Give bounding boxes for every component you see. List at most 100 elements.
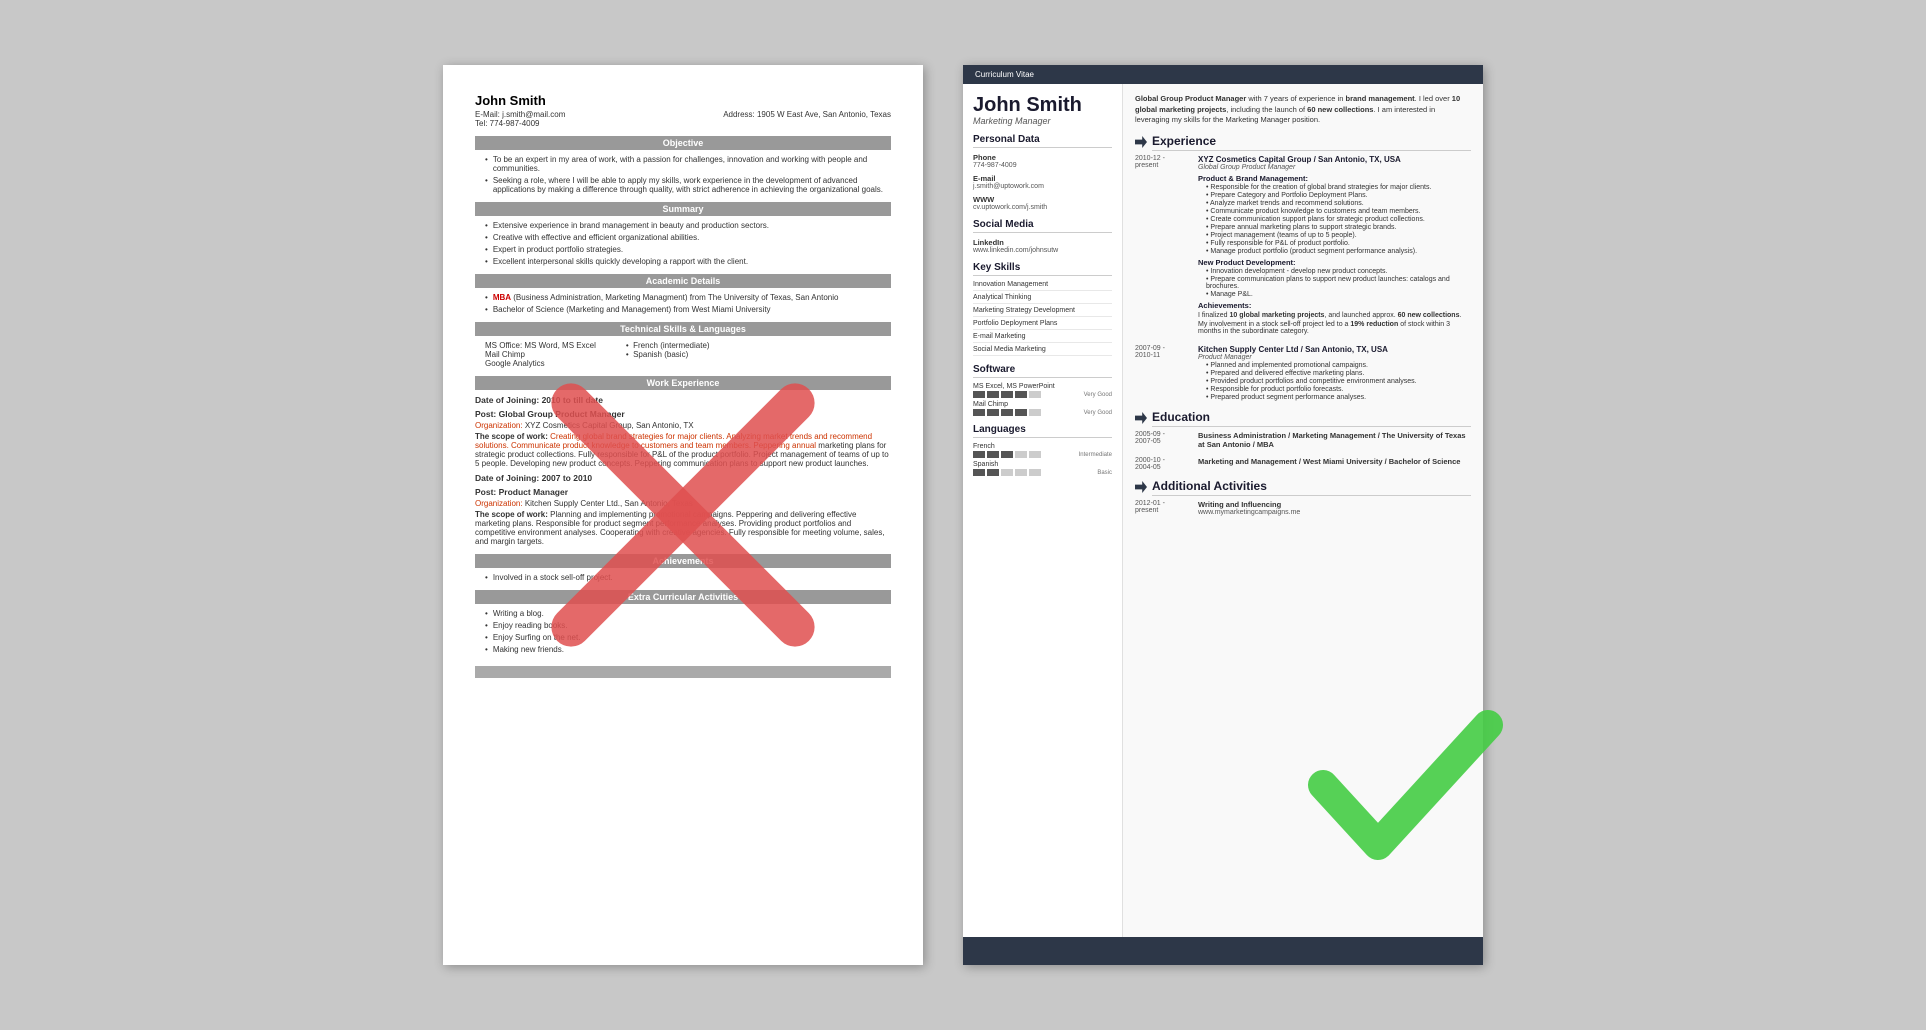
- left-email: E-Mail: j.smith@mail.com: [475, 110, 565, 119]
- skill-1: Innovation Management: [973, 281, 1112, 291]
- lang-1-name: French: [973, 443, 1112, 450]
- exp-job1-np2: Prepare communication plans to support n…: [1198, 276, 1471, 290]
- exp-job2-company: Kitchen Supply Center Ltd / San Antonio,…: [1198, 345, 1471, 354]
- left-name: John Smith: [475, 93, 891, 108]
- extra-2: Enjoy reading books.: [475, 621, 891, 630]
- exp-job2-header: 2007-09 -2010-11 Kitchen Supply Center L…: [1135, 345, 1471, 402]
- exp-job1-b2: Prepare Category and Portfolio Deploymen…: [1198, 192, 1471, 199]
- exp-job1-sub1-title: Product & Brand Management:: [1198, 174, 1471, 183]
- edu-entry2-content: Marketing and Management / West Miami Un…: [1198, 457, 1471, 471]
- add-arrow-icon: [1135, 481, 1147, 493]
- edu-entry1: 2005-09 -2007-05 Business Administration…: [1135, 431, 1471, 449]
- edu-entry1-row: 2005-09 -2007-05 Business Administration…: [1135, 431, 1471, 449]
- bar-b3: [1001, 391, 1013, 398]
- cv-header: Curriculum Vitae: [963, 65, 1483, 84]
- exp-job1-date: 2010-12 -present: [1135, 155, 1190, 337]
- obj-bullet-1: To be an expert in my area of work, with…: [475, 155, 891, 173]
- bar2-b1: [973, 409, 985, 416]
- exp-job1-company: XYZ Cosmetics Capital Group / San Antoni…: [1198, 155, 1471, 164]
- exp-job2-b4: Responsible for product portfolio foreca…: [1198, 386, 1471, 393]
- extra-header: Extra Curricular Activities: [475, 590, 891, 604]
- sum-4: Excellent interpersonal skills quickly d…: [475, 257, 891, 266]
- extra-4: Making new friends.: [475, 645, 891, 654]
- software-2: Mail Chimp Very Good: [973, 401, 1112, 416]
- exp-job1-ach1: I finalized 10 global marketing projects…: [1198, 312, 1471, 319]
- left-resume: John Smith E-Mail: j.smith@mail.com Addr…: [443, 65, 923, 965]
- bar2-b3: [1001, 409, 1013, 416]
- exp-job1-np3: Manage P&L.: [1198, 291, 1471, 298]
- left-contact-row: E-Mail: j.smith@mail.com Address: 1905 W…: [475, 110, 891, 119]
- right-resume: Curriculum Vitae John Smith Marketing Ma…: [963, 65, 1483, 965]
- exp-job2-b3: Provided product portfolios and competit…: [1198, 378, 1471, 385]
- skills-col1: MS Office: MS Word, MS Excel Mail Chimp …: [485, 341, 596, 368]
- exp-job1-b1: Responsible for the creation of global b…: [1198, 184, 1471, 191]
- exp-job1-ach2: My involvement in a stock sell-off proje…: [1198, 321, 1471, 335]
- linkedin-value: www.linkedin.com/johnsutw: [973, 247, 1112, 254]
- edu-entry1-date: 2005-09 -2007-05: [1135, 431, 1190, 449]
- acad-2: Bachelor of Science (Marketing and Manag…: [475, 305, 891, 314]
- skills-cols: MS Office: MS Word, MS Excel Mail Chimp …: [475, 341, 891, 368]
- languages-title: Languages: [973, 424, 1112, 438]
- right-title: Marketing Manager: [973, 116, 1112, 126]
- exp-job1-b4: Communicate product knowledge to custome…: [1198, 208, 1471, 215]
- lang2-b3: [1001, 469, 1013, 476]
- exp-job1-header: 2010-12 -present XYZ Cosmetics Capital G…: [1135, 155, 1471, 337]
- bar2-b4: [1015, 409, 1027, 416]
- edu-section-header: Education: [1135, 410, 1471, 427]
- exp-job1-ach-title: Achievements:: [1198, 301, 1471, 310]
- personal-data-title: Personal Data: [973, 134, 1112, 148]
- obj-bullet-2: Seeking a role, where I will be able to …: [475, 176, 891, 194]
- exp-job1-b6: Prepare annual marketing plans to suppor…: [1198, 224, 1471, 231]
- bar-b5: [1029, 391, 1041, 398]
- skill-4: Portfolio Deployment Plans: [973, 320, 1112, 330]
- exp-job1-role: Global Group Product Manager: [1198, 164, 1471, 171]
- software-1-name: MS Excel, MS PowerPoint: [973, 383, 1112, 390]
- lang1-b3: [1001, 451, 1013, 458]
- exp-job2: 2007-09 -2010-11 Kitchen Supply Center L…: [1135, 345, 1471, 402]
- lang-1-label: Intermediate: [1079, 452, 1112, 458]
- lang-2-label: Basic: [1097, 470, 1112, 476]
- lang1-b2: [987, 451, 999, 458]
- right-name: John Smith: [973, 94, 1112, 116]
- exp-arrow-icon: [1135, 136, 1147, 148]
- edu-entry2-date: 2000-10 -2004-05: [1135, 457, 1190, 471]
- exp-section-title: Experience: [1152, 134, 1471, 151]
- software-1-bar: Very Good: [973, 391, 1112, 398]
- skill-3: Marketing Strategy Development: [973, 307, 1112, 317]
- right-resume-wrapper: Curriculum Vitae John Smith Marketing Ma…: [963, 65, 1483, 965]
- exp-job1-content: XYZ Cosmetics Capital Group / San Antoni…: [1198, 155, 1471, 337]
- summary-header: Summary: [475, 202, 891, 216]
- lang2-b5: [1029, 469, 1041, 476]
- phone-value: 774-987-4009: [973, 162, 1112, 169]
- lang-2-bar: Basic: [973, 469, 1112, 476]
- sum-2: Creative with effective and efficient or…: [475, 233, 891, 242]
- lang-2: Spanish Basic: [973, 461, 1112, 476]
- add-section-title: Additional Activities: [1152, 479, 1471, 496]
- software-2-bar: Very Good: [973, 409, 1112, 416]
- linkedin-label: LinkedIn: [973, 238, 1112, 247]
- lang-1: French Intermediate: [973, 443, 1112, 458]
- email-value: j.smith@uptowork.com: [973, 183, 1112, 190]
- extra-3: Enjoy Surfing on the net.: [475, 633, 891, 642]
- lang2-b2: [987, 469, 999, 476]
- extra-1: Writing a blog.: [475, 609, 891, 618]
- right-resume-left-col: John Smith Marketing Manager Personal Da…: [963, 84, 1123, 937]
- exp-job2-b5: Prepared product segment performance ana…: [1198, 394, 1471, 401]
- exp-job1: 2010-12 -present XYZ Cosmetics Capital G…: [1135, 155, 1471, 337]
- exp-job1-b5: Create communication support plans for s…: [1198, 216, 1471, 223]
- work-job1: Date of Joining: 2010 to till date Post:…: [475, 395, 891, 468]
- work-job2: Date of Joining: 2007 to 2010 Post: Prod…: [475, 473, 891, 546]
- cv-label: Curriculum Vitae: [975, 70, 1034, 79]
- achieve-1: Involved in a stock sell-off project.: [475, 573, 891, 582]
- software-1: MS Excel, MS PowerPoint Very Good: [973, 383, 1112, 398]
- academic-header: Academic Details: [475, 274, 891, 288]
- social-media-title: Social Media: [973, 219, 1112, 233]
- lang1-b1: [973, 451, 985, 458]
- bar2-b5: [1029, 409, 1041, 416]
- cv-body: John Smith Marketing Manager Personal Da…: [963, 84, 1483, 937]
- right-resume-right-col: Global Group Product Manager with 7 year…: [1123, 84, 1483, 937]
- www-label: WWW: [973, 195, 1112, 204]
- left-address: Address: 1905 W East Ave, San Antonio, T…: [723, 110, 891, 119]
- edu-entry2: 2000-10 -2004-05 Marketing and Managemen…: [1135, 457, 1471, 471]
- edu-arrow-icon: [1135, 412, 1147, 424]
